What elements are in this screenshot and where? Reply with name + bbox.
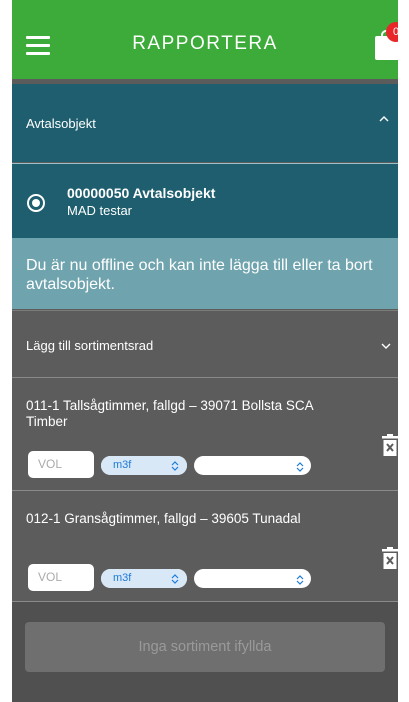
agreement-object-title: 00000050 Avtalsobjekt bbox=[67, 185, 216, 201]
select-updown-icon bbox=[296, 460, 304, 472]
select-updown-icon bbox=[296, 573, 304, 585]
trash-icon[interactable] bbox=[382, 547, 398, 569]
unit-select[interactable]: m3f bbox=[101, 569, 187, 588]
select-updown-icon bbox=[171, 460, 179, 472]
second-select[interactable] bbox=[194, 569, 311, 588]
offline-notice-text: Du är nu offline och kan inte lägga till… bbox=[26, 257, 373, 293]
submit-button[interactable]: Inga sortiment ifyllda bbox=[25, 622, 385, 672]
chevron-up-icon bbox=[378, 113, 390, 125]
add-assortment-section-header[interactable]: Lägg till sortimentsrad bbox=[12, 310, 398, 377]
radio-selected-icon[interactable] bbox=[27, 194, 45, 212]
agreement-object-subtitle: MAD testar bbox=[67, 203, 133, 218]
assortment-row: 012-1 Gransågtimmer, fallgd – 39605 Tuna… bbox=[12, 490, 398, 597]
assortment-row-text: 011-1 Tallsågtimmer, fallgd – 39071 Boll… bbox=[26, 398, 313, 429]
offline-notice: Du är nu offline och kan inte lägga till… bbox=[12, 238, 398, 309]
agreement-section-header[interactable]: Avtalsobjekt bbox=[12, 84, 398, 162]
assortment-row-text: 012-1 Gransågtimmer, fallgd – 39605 Tuna… bbox=[26, 511, 301, 526]
page-title: RAPPORTERA bbox=[132, 33, 278, 54]
chevron-down-icon bbox=[380, 340, 392, 352]
unit-select[interactable]: m3f bbox=[101, 456, 187, 475]
cart-button[interactable]: 0 bbox=[372, 22, 398, 64]
agreement-section-label: Avtalsobjekt bbox=[26, 116, 96, 131]
unit-select-value: m3f bbox=[113, 572, 132, 584]
agreement-object-item[interactable]: 00000050 Avtalsobjekt MAD testar bbox=[12, 163, 398, 238]
select-updown-icon bbox=[171, 573, 179, 585]
unit-select-value: m3f bbox=[113, 459, 132, 471]
add-assortment-label: Lägg till sortimentsrad bbox=[26, 338, 154, 353]
second-select[interactable] bbox=[194, 456, 311, 475]
app-screen: RAPPORTERA 0 Avtalsobjekt 00000050 Avtal… bbox=[12, 0, 398, 702]
assortment-row: 011-1 Tallsågtimmer, fallgd – 39071 Boll… bbox=[12, 377, 398, 484]
app-header: RAPPORTERA 0 bbox=[12, 0, 398, 79]
volume-input[interactable]: VOL bbox=[28, 564, 94, 591]
volume-input[interactable]: VOL bbox=[28, 451, 94, 478]
trash-icon[interactable] bbox=[382, 434, 398, 456]
